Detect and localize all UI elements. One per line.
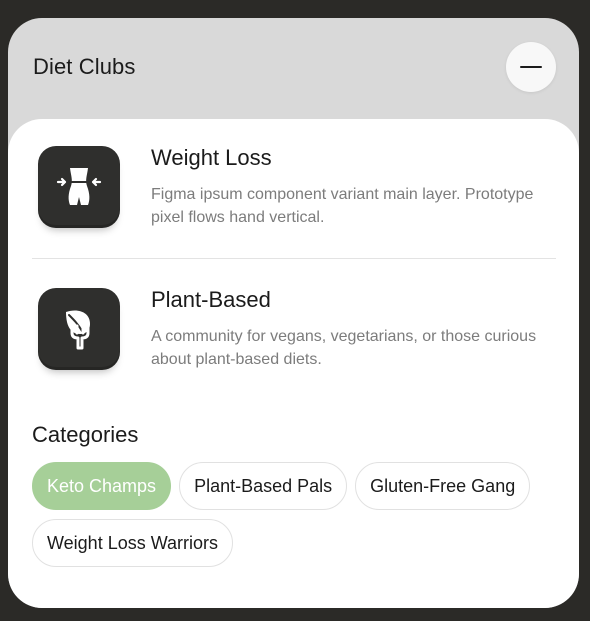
club-item-weight-loss[interactable]: Weight Loss Figma ipsum component varian… (32, 139, 556, 259)
category-chip-weight-loss-warriors[interactable]: Weight Loss Warriors (32, 519, 234, 567)
category-chips: Keto Champs Plant-Based Pals Gluten-Free… (32, 462, 562, 567)
waist-measure-icon (38, 146, 120, 228)
leaf-fork-icon (38, 288, 120, 370)
club-item-plant-based[interactable]: Plant-Based A community for vegans, vege… (32, 281, 556, 401)
diet-clubs-panel: Diet Clubs Weight Loss Figma ipsum compo… (8, 18, 579, 608)
minus-icon (520, 65, 542, 69)
club-name: Plant-Based (151, 287, 271, 312)
categories-title: Categories (32, 422, 139, 447)
club-name: Weight Loss (151, 145, 272, 170)
clubs-card: Weight Loss Figma ipsum component varian… (8, 119, 579, 608)
club-description: Figma ipsum component variant main layer… (151, 186, 534, 226)
category-chip-gluten-free-gang[interactable]: Gluten-Free Gang (355, 462, 531, 510)
club-description: A community for vegans, vegetarians, or … (151, 328, 537, 368)
divider (32, 258, 556, 259)
panel-title: Diet Clubs (33, 54, 136, 79)
category-chip-plant-based-pals[interactable]: Plant-Based Pals (179, 462, 348, 510)
category-chip-keto-champs[interactable]: Keto Champs (32, 462, 172, 510)
collapse-button[interactable] (506, 42, 556, 92)
